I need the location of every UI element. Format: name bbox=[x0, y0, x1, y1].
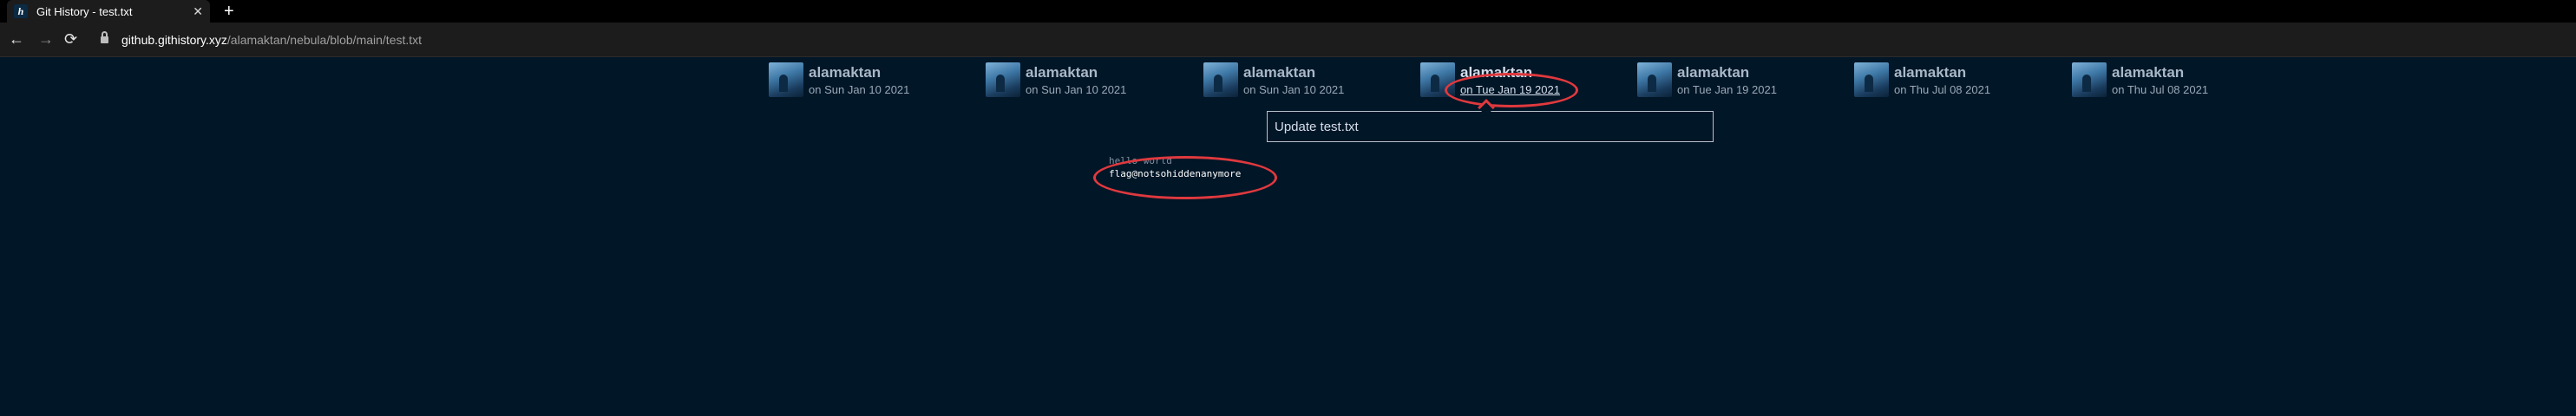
reload-icon[interactable]: ⟳ bbox=[64, 30, 77, 48]
new-tab-icon[interactable]: + bbox=[224, 2, 234, 21]
commit-message: Update test.txt bbox=[1267, 111, 1714, 142]
address-bar: ← → ⟳ github.githistory.xyz/alamaktan/ne… bbox=[0, 23, 2576, 57]
favicon-icon: h bbox=[14, 4, 28, 18]
tab-bar: h Git History - test.txt ✕ + bbox=[0, 0, 2576, 23]
annotation-ellipse-date bbox=[1445, 73, 1578, 107]
url-host: github.githistory.xyz bbox=[121, 33, 227, 47]
commit-date: on Sun Jan 10 2021 bbox=[1243, 83, 1345, 96]
annotation-ellipse-flag bbox=[1093, 156, 1277, 199]
url-path: /alamaktan/nebula/blob/main/test.txt bbox=[226, 33, 423, 47]
commit-author: alamaktan bbox=[2112, 64, 2185, 81]
avatar bbox=[986, 62, 1020, 97]
close-icon[interactable]: ✕ bbox=[193, 4, 203, 19]
commit-item[interactable]: alamaktan on Tue Jan 19 2021 bbox=[1637, 62, 1837, 101]
commit-item[interactable]: alamaktan on Thu Jul 08 2021 bbox=[2072, 62, 2271, 101]
commit-date: on Thu Jul 08 2021 bbox=[2112, 83, 2209, 96]
commit-author: alamaktan bbox=[1243, 64, 1316, 81]
commit-date: on Tue Jan 19 2021 bbox=[1677, 83, 1777, 96]
commit-date: on Thu Jul 08 2021 bbox=[1894, 83, 1991, 96]
commit-item[interactable]: alamaktan on Sun Jan 10 2021 bbox=[1203, 62, 1403, 101]
commit-date: on Sun Jan 10 2021 bbox=[1026, 83, 1127, 96]
commit-item[interactable]: alamaktan on Sun Jan 10 2021 bbox=[986, 62, 1185, 101]
commit-author: alamaktan bbox=[1026, 64, 1098, 81]
commit-item[interactable]: alamaktan on Thu Jul 08 2021 bbox=[1854, 62, 2054, 101]
tab-title: Git History - test.txt bbox=[36, 4, 133, 18]
avatar bbox=[1637, 62, 1672, 97]
forward-arrow-icon[interactable]: → bbox=[38, 30, 54, 48]
browser-tab[interactable]: h Git History - test.txt ✕ bbox=[7, 0, 210, 23]
back-arrow-icon[interactable]: ← bbox=[9, 30, 24, 48]
avatar bbox=[1203, 62, 1238, 97]
avatar bbox=[2072, 62, 2107, 97]
avatar bbox=[769, 62, 803, 97]
avatar bbox=[1854, 62, 1889, 97]
commit-author: alamaktan bbox=[1894, 64, 1967, 81]
commit-author: alamaktan bbox=[1677, 64, 1750, 81]
url-field[interactable]: github.githistory.xyz/alamaktan/nebula/b… bbox=[121, 33, 422, 47]
commit-date: on Sun Jan 10 2021 bbox=[809, 83, 910, 96]
commit-author: alamaktan bbox=[809, 64, 882, 81]
commit-item[interactable]: alamaktan on Sun Jan 10 2021 bbox=[769, 62, 968, 101]
lock-icon[interactable] bbox=[101, 31, 108, 44]
